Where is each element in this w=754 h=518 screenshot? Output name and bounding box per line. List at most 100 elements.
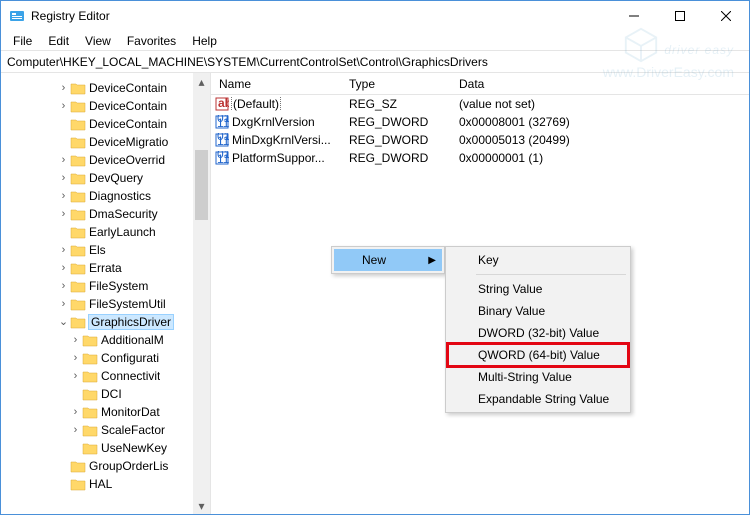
maximize-button[interactable] <box>657 1 703 31</box>
tree-node[interactable]: ›Els <box>1 241 194 259</box>
submenu-dword[interactable]: DWORD (32-bit) Value <box>448 322 628 344</box>
tree-label: DCI <box>101 387 122 401</box>
expand-icon[interactable]: › <box>57 280 70 293</box>
expand-icon[interactable]: › <box>57 154 70 167</box>
folder-icon <box>70 190 86 203</box>
tree-scrollbar[interactable]: ▴ ▾ <box>193 73 210 514</box>
menu-edit[interactable]: Edit <box>40 32 77 50</box>
expand-icon[interactable]: › <box>57 100 70 113</box>
list-row[interactable]: ab(Default)REG_SZ(value not set) <box>211 95 749 113</box>
expand-icon[interactable]: › <box>57 190 70 203</box>
tree-node[interactable]: ⌄ GraphicsDriver <box>1 313 194 331</box>
folder-icon <box>82 442 98 455</box>
tree-node[interactable]: ›Configurati <box>1 349 194 367</box>
expand-icon[interactable]: › <box>69 370 82 383</box>
tree-node[interactable]: ›DeviceOverrid <box>1 151 194 169</box>
context-submenu-new: Key String Value Binary Value DWORD (32-… <box>445 246 631 413</box>
tree-node[interactable]: EarlyLaunch <box>1 223 194 241</box>
tree-node[interactable]: DeviceContain <box>1 115 194 133</box>
folder-icon <box>70 172 86 185</box>
tree-node[interactable]: ›AdditionalM <box>1 331 194 349</box>
tree-node[interactable]: ›DeviceContain <box>1 79 194 97</box>
tree-label: GraphicsDriver <box>89 315 173 329</box>
expand-icon[interactable]: › <box>69 334 82 347</box>
list-row[interactable]: 011110DxgKrnlVersionREG_DWORD0x00008001 … <box>211 113 749 131</box>
menu-help[interactable]: Help <box>184 32 225 50</box>
tree-label: Diagnostics <box>89 189 151 203</box>
cell-name: ab(Default) <box>211 97 341 111</box>
column-name[interactable]: Name <box>211 77 341 91</box>
tree-node[interactable]: GroupOrderLis <box>1 457 194 475</box>
tree-node[interactable]: › Errata <box>1 259 194 277</box>
folder-icon <box>70 100 86 113</box>
column-data[interactable]: Data <box>451 77 749 91</box>
address-text: Computer\HKEY_LOCAL_MACHINE\SYSTEM\Curre… <box>7 55 488 69</box>
tree-node[interactable]: ›Connectivit <box>1 367 194 385</box>
address-bar[interactable]: Computer\HKEY_LOCAL_MACHINE\SYSTEM\Curre… <box>1 51 749 73</box>
string-value-icon: ab <box>215 97 229 111</box>
menu-view[interactable]: View <box>77 32 119 50</box>
expand-icon[interactable]: › <box>57 244 70 257</box>
submenu-binary[interactable]: Binary Value <box>448 300 628 322</box>
list-row[interactable]: 011110MinDxgKrnlVersi...REG_DWORD0x00005… <box>211 131 749 149</box>
tree-label: Errata <box>89 261 122 275</box>
folder-icon <box>70 244 86 257</box>
tree-label: MonitorDat <box>101 405 160 419</box>
submenu-multistring[interactable]: Multi-String Value <box>448 366 628 388</box>
submenu-key[interactable]: Key <box>448 249 628 271</box>
scroll-thumb[interactable] <box>195 150 208 220</box>
cell-name: 011110MinDxgKrnlVersi... <box>211 133 341 147</box>
menu-file[interactable]: File <box>5 32 40 50</box>
expand-icon[interactable]: › <box>69 406 82 419</box>
submenu-qword[interactable]: QWORD (64-bit) Value <box>448 344 628 366</box>
collapse-icon[interactable]: ⌄ <box>57 316 70 329</box>
folder-icon <box>82 424 98 437</box>
expand-icon[interactable]: › <box>57 172 70 185</box>
tree-node[interactable]: ›FileSystemUtil <box>1 295 194 313</box>
column-type[interactable]: Type <box>341 77 451 91</box>
close-button[interactable] <box>703 1 749 31</box>
scroll-track[interactable] <box>193 90 210 497</box>
value-name: (Default) <box>232 97 280 111</box>
scroll-down-button[interactable]: ▾ <box>193 497 210 514</box>
tree-node[interactable]: UseNewKey <box>1 439 194 457</box>
cell-type: REG_DWORD <box>341 151 451 165</box>
tree-node[interactable]: ›DmaSecurity <box>1 205 194 223</box>
tree-view[interactable]: ›DeviceContain›DeviceContainDeviceContai… <box>1 73 211 514</box>
scroll-up-button[interactable]: ▴ <box>193 73 210 90</box>
folder-icon <box>70 316 86 329</box>
context-menu: New ▶ <box>331 246 445 274</box>
expand-icon[interactable]: › <box>69 352 82 365</box>
tree-node[interactable]: › Diagnostics <box>1 187 194 205</box>
tree-node[interactable]: ›DevQuery <box>1 169 194 187</box>
tree-node[interactable]: › MonitorDat <box>1 403 194 421</box>
context-new[interactable]: New ▶ <box>334 249 442 271</box>
list-row[interactable]: 011110PlatformSuppor...REG_DWORD0x000000… <box>211 149 749 167</box>
tree-node[interactable]: ›DeviceContain <box>1 97 194 115</box>
tree-node[interactable]: ›ScaleFactor <box>1 421 194 439</box>
tree-node[interactable]: DeviceMigratio <box>1 133 194 151</box>
menu-favorites[interactable]: Favorites <box>119 32 184 50</box>
expand-icon[interactable]: › <box>57 298 70 311</box>
folder-icon <box>70 298 86 311</box>
folder-icon <box>82 334 98 347</box>
binary-value-icon: 011110 <box>215 133 229 147</box>
cell-data: (value not set) <box>451 97 749 111</box>
folder-icon <box>82 370 98 383</box>
tree-node[interactable]: HAL <box>1 475 194 493</box>
svg-text:110: 110 <box>217 116 229 129</box>
expand-icon[interactable]: › <box>57 262 70 275</box>
submenu-expandstring[interactable]: Expandable String Value <box>448 388 628 410</box>
tree-node[interactable]: DCI <box>1 385 194 403</box>
minimize-button[interactable] <box>611 1 657 31</box>
expand-icon[interactable]: › <box>57 208 70 221</box>
tree-node[interactable]: ›FileSystem <box>1 277 194 295</box>
folder-icon <box>70 136 86 149</box>
tree-label: EarlyLaunch <box>89 225 156 239</box>
content-pane: ›DeviceContain›DeviceContainDeviceContai… <box>1 73 749 514</box>
expand-icon[interactable]: › <box>57 82 70 95</box>
titlebar: Registry Editor <box>1 1 749 31</box>
svg-text:110: 110 <box>217 134 229 147</box>
expand-icon[interactable]: › <box>69 424 82 437</box>
submenu-string[interactable]: String Value <box>448 278 628 300</box>
